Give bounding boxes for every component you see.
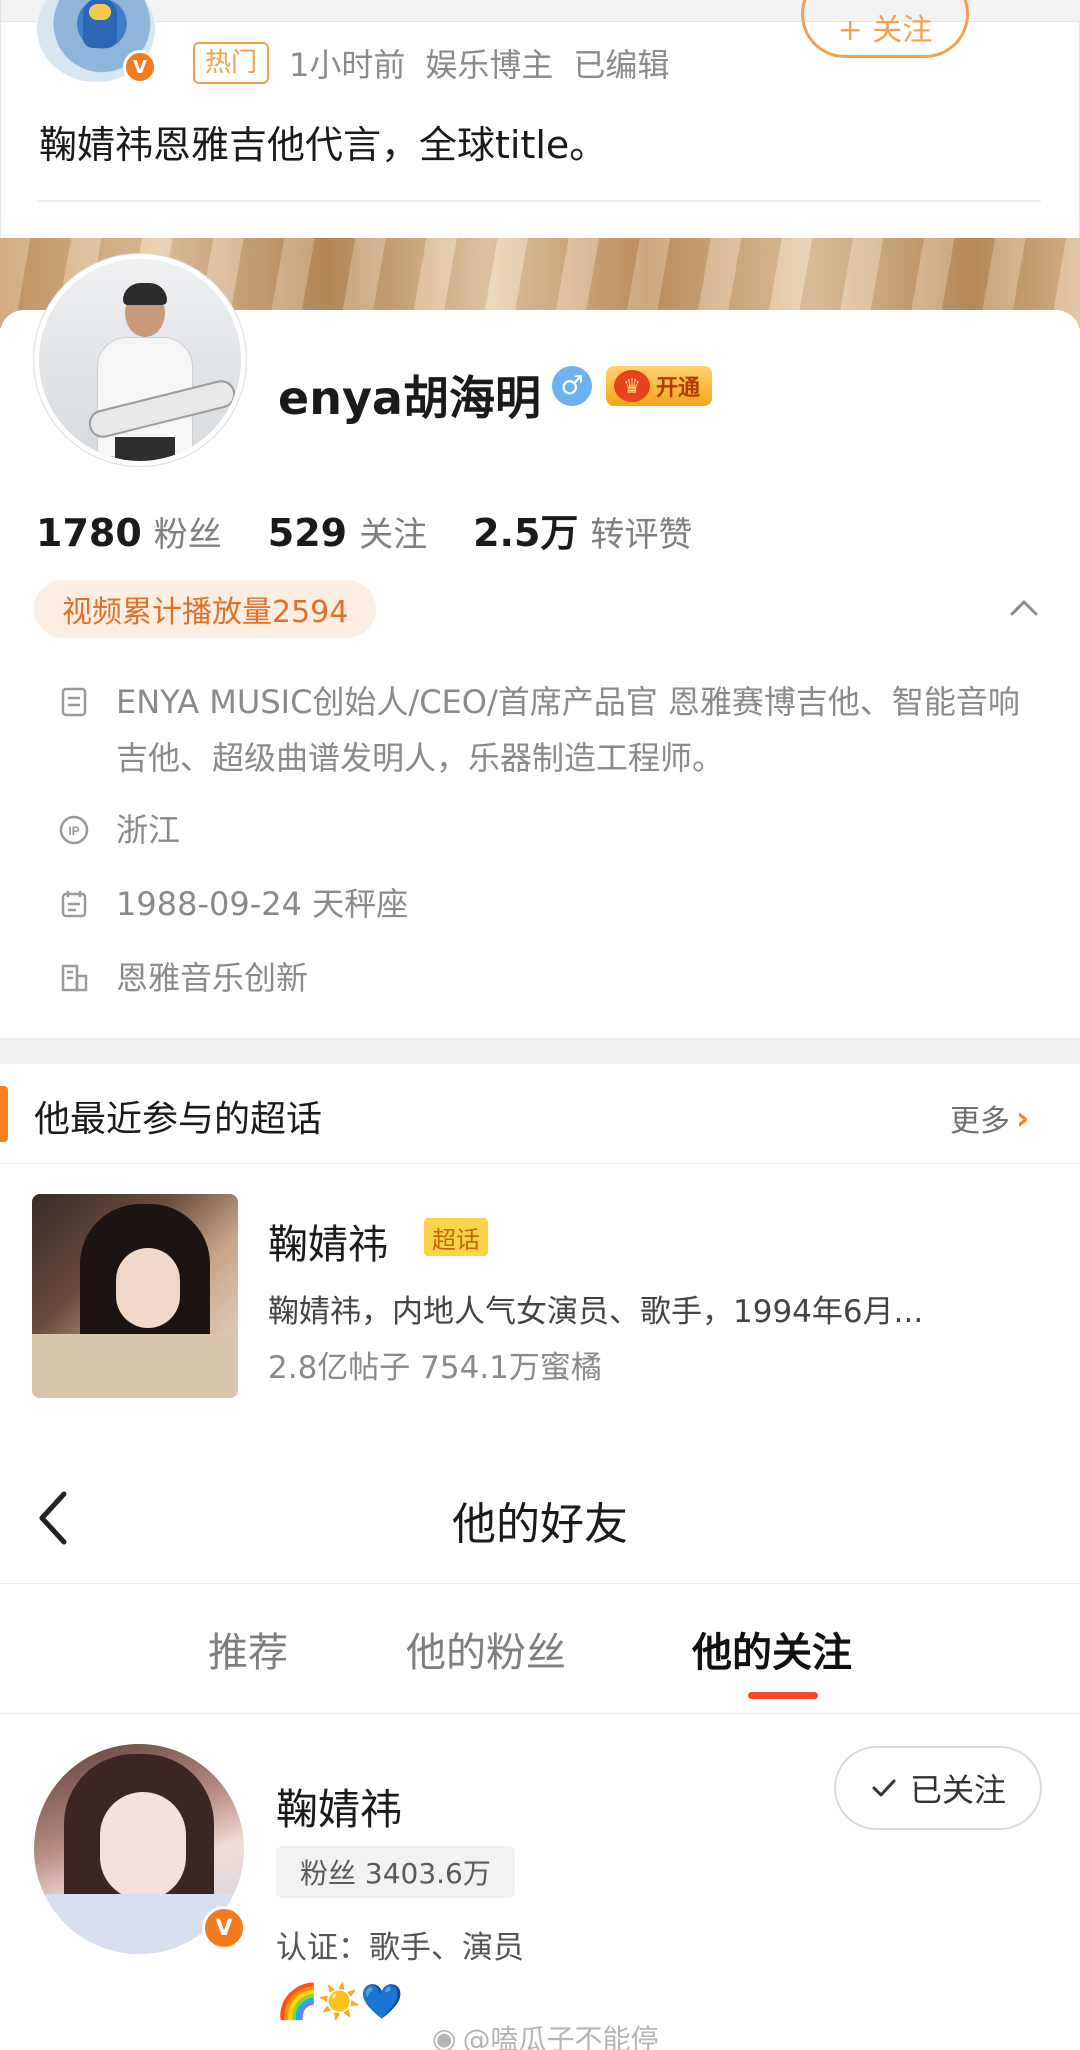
building-icon — [61, 964, 88, 992]
vip-label: 开通 — [656, 376, 701, 401]
birthday-text: 1988-09-24 天秤座 — [116, 885, 409, 923]
super-topic-name: 鞠婧祎 — [268, 1222, 388, 1268]
author-type: 娱乐博主 — [425, 46, 554, 84]
tab-his-fans[interactable]: 他的粉丝 — [406, 1620, 566, 1678]
tab-his-following[interactable]: 他的关注 — [692, 1620, 852, 1678]
profile-card: enya胡海明 ♂ ♛ 开通 1780 粉丝 529 关注 2.5万 转评赞 视… — [0, 254, 1080, 1038]
crown-icon: ♛ — [614, 370, 650, 402]
stat-following[interactable]: 529 关注 — [268, 507, 427, 556]
friend-list-item[interactable]: V 鞠婧祎 粉丝 3403.6万 认证：歌手、演员 🌈☀️💙 已关注 ◉ @嗑瓜… — [0, 1714, 1080, 2050]
super-topic-tag: 超话 — [424, 1218, 488, 1256]
ip-row: IP 浙江 — [58, 802, 180, 858]
post-card: V 热门 1小时前 娱乐博主 已编辑 + 关注 鞠婧祎恩雅吉他代言，全球titl… — [0, 0, 1080, 238]
verified-badge-icon: V — [123, 50, 157, 84]
stat-fans[interactable]: 1780 粉丝 — [36, 507, 222, 556]
company-row: 恩雅音乐创新 — [58, 950, 308, 1006]
male-gender-icon: ♂ — [552, 366, 592, 406]
friends-title: 他的好友 — [452, 1499, 628, 1550]
super-topic-item[interactable]: 鞠婧祎 超话 鞠婧祎，内地人气女演员、歌手，1994年6月... 2.8亿帖子 … — [0, 1164, 1080, 1434]
svg-text:IP: IP — [68, 824, 79, 838]
friend-fans-count: 粉丝 3403.6万 — [276, 1846, 515, 1898]
friends-tabs: 推荐 他的粉丝 他的关注 — [0, 1584, 1080, 1714]
hot-tag: 热门 — [193, 42, 270, 84]
post-meta: 热门 1小时前 娱乐博主 已编辑 — [193, 40, 669, 86]
birthday-row: 1988-09-24 天秤座 — [58, 876, 408, 932]
stat-reposts-likes[interactable]: 2.5万 转评赞 — [473, 502, 692, 557]
checkmark-icon — [872, 1779, 896, 1797]
active-tab-indicator — [748, 1692, 818, 1699]
more-link[interactable]: 更多 › — [950, 1096, 1029, 1140]
friend-verification: 认证：歌手、演员 — [276, 1930, 524, 1966]
super-topic-header: 他最近参与的超话 更多 › — [0, 1064, 1080, 1164]
profile-avatar[interactable] — [34, 254, 246, 466]
profile-stats: 1780 粉丝 529 关注 2.5万 转评赞 — [36, 502, 692, 557]
bio-row: ENYA MUSIC创始人/CEO/首席产品官 恩雅赛博吉他、智能音响吉他、超级… — [58, 674, 1036, 786]
friend-name: 鞠婧祎 — [276, 1785, 403, 1834]
friend-emojis: 🌈☀️💙 — [276, 1982, 404, 2022]
divider — [37, 200, 1041, 202]
section-separator — [0, 1038, 1080, 1064]
bio-text: ENYA MUSIC创始人/CEO/首席产品官 恩雅赛博吉他、智能音响吉他、超级… — [116, 683, 1020, 777]
super-topic-stats: 2.8亿帖子 754.1万蜜橘 — [268, 1350, 602, 1386]
followed-button[interactable]: 已关注 — [834, 1746, 1042, 1830]
friends-header: 他的好友 — [0, 1434, 1080, 1584]
follow-button[interactable]: + 关注 — [801, 0, 969, 58]
super-topic-title: 他最近参与的超话 — [34, 1099, 323, 1140]
tab-recommended[interactable]: 推荐 — [208, 1620, 288, 1678]
weibo-watermark: ◉ @嗑瓜子不能停 — [432, 2018, 658, 2050]
verified-badge-icon: V — [202, 1906, 246, 1950]
ip-location-icon: IP — [59, 815, 89, 845]
document-icon — [61, 687, 87, 717]
super-topic-thumbnail — [32, 1194, 238, 1398]
post-text: 鞠婧祎恩雅吉他代言，全球title。 — [39, 123, 608, 167]
ip-text: 浙江 — [116, 811, 181, 849]
edited-label: 已编辑 — [573, 46, 670, 84]
vip-open-badge[interactable]: ♛ 开通 — [606, 366, 713, 406]
video-plays-badge[interactable]: 视频累计播放量2594 — [34, 580, 377, 638]
super-topic-description: 鞠婧祎，内地人气女演员、歌手，1994年6月... — [268, 1294, 924, 1330]
weibo-logo-icon: ◉ — [432, 2021, 457, 2050]
profile-name: enya胡海明 — [278, 371, 541, 425]
calendar-icon — [61, 891, 87, 918]
post-time: 1小时前 — [289, 46, 406, 84]
company-text: 恩雅音乐创新 — [116, 959, 309, 997]
chevron-right-icon: › — [1016, 1099, 1030, 1137]
accent-bar — [0, 1086, 8, 1142]
chevron-up-icon[interactable] — [1006, 590, 1042, 626]
